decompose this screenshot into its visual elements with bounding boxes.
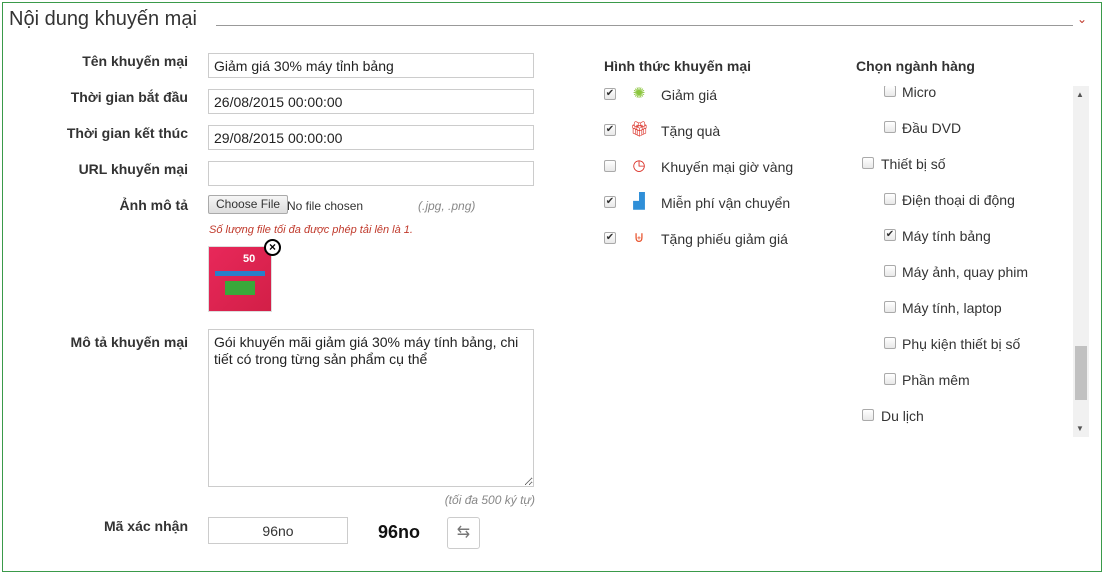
discount-badge-icon: ✺ (632, 85, 646, 102)
section-title: Nội dung khuyến mại (9, 8, 197, 30)
description-label: Mô tả khuyến mại (70, 334, 188, 350)
divider (216, 25, 1073, 26)
promo-type-checkbox[interactable]: ✔ (604, 88, 616, 100)
promo-type-label: Tặng quà (661, 123, 721, 139)
category-checkbox[interactable] (862, 409, 874, 421)
scroll-up-icon[interactable]: ▲ (1076, 90, 1084, 99)
category-label: Đầu DVD (902, 120, 962, 136)
captcha-input[interactable]: 96no (208, 517, 348, 544)
categories-title: Chọn ngành hàng (856, 58, 975, 74)
file-types-hint: (.jpg, .png) (418, 199, 476, 213)
category-label: Máy tính bảng (902, 228, 991, 244)
url-input[interactable] (208, 161, 534, 186)
gift-icon: 🎁︎ (630, 121, 650, 138)
category-scrollbar[interactable]: ▲ ▼ (1073, 86, 1089, 437)
category-label: Máy tính, laptop (902, 300, 1002, 316)
refresh-captcha-button[interactable]: ⇆ (447, 517, 480, 549)
category-checkbox[interactable] (862, 157, 874, 169)
category-checkbox[interactable] (884, 337, 896, 349)
end-time-input[interactable] (208, 125, 534, 150)
truck-icon: ▟ (633, 193, 645, 210)
category-checkbox[interactable] (884, 265, 896, 277)
category-label: Thiết bị số (881, 156, 946, 172)
image-label: Ảnh mô tả (119, 197, 188, 213)
choose-file-button[interactable]: Choose File (208, 195, 289, 214)
promo-type-checkbox[interactable]: ✔ (604, 196, 616, 208)
captcha-image: 96no (378, 522, 421, 542)
promo-type-label: Tặng phiếu giảm giá (661, 231, 788, 247)
end-time-label: Thời gian kết thúc (66, 125, 188, 141)
clock-icon: ◷ (632, 157, 646, 174)
description-textarea[interactable]: Gói khuyến mãi giảm giá 30% máy tính bản… (208, 329, 534, 487)
thumb-text: 50 (243, 253, 256, 265)
promo-type-label: Khuyến mại giờ vàng (661, 159, 794, 175)
collapse-chevron-icon[interactable]: ⌄ (1077, 12, 1087, 26)
promo-type-checkbox[interactable] (604, 160, 616, 172)
category-label: Phần mêm (902, 372, 970, 388)
promo-type-label: Giảm giá (661, 87, 718, 103)
scrollbar-thumb[interactable] (1075, 346, 1087, 400)
promo-type-label: Miễn phí vận chuyển (661, 195, 791, 211)
uploaded-image-thumbnail: 50 (208, 246, 272, 312)
category-checkbox[interactable] (884, 301, 896, 313)
category-checkbox[interactable] (884, 121, 896, 133)
start-time-input[interactable] (208, 89, 534, 114)
description-hint: (tối đa 500 ký tự) (444, 493, 535, 507)
file-status: No file chosen (287, 199, 364, 213)
scroll-down-icon[interactable]: ▼ (1076, 424, 1084, 433)
name-label: Tên khuyến mại (82, 53, 188, 69)
promo-type-checkbox[interactable]: ✔ (604, 124, 616, 136)
category-checkbox[interactable] (884, 373, 896, 385)
promotion-name-input[interactable] (208, 53, 534, 78)
category-label: Du lịch (881, 408, 924, 424)
category-checkbox[interactable]: ✔ (884, 229, 896, 241)
category-label: Phụ kiện thiết bị số (902, 336, 1021, 352)
category-checkbox[interactable] (884, 193, 896, 205)
category-label: Micro (902, 86, 937, 100)
basket-icon: ⊎ (633, 229, 645, 246)
upload-limit-note: Số lượng file tối đa được phép tải lên l… (209, 224, 413, 236)
category-list: Micro Đầu DVD Thiết bị số Điện thoại di … (856, 86, 1089, 437)
start-time-label: Thời gian bắt đầu (70, 89, 188, 105)
category-checkbox[interactable] (884, 86, 896, 97)
category-label: Máy ảnh, quay phim (902, 264, 1029, 280)
promo-type-checkbox[interactable]: ✔ (604, 232, 616, 244)
category-label: Điện thoại di động (902, 192, 1015, 208)
promo-types-title: Hình thức khuyến mại (604, 58, 752, 74)
captcha-label: Mã xác nhận (103, 518, 188, 534)
remove-image-icon[interactable]: × (264, 239, 281, 256)
refresh-icon: ⇆ (456, 524, 471, 541)
url-label: URL khuyến mại (78, 161, 188, 177)
